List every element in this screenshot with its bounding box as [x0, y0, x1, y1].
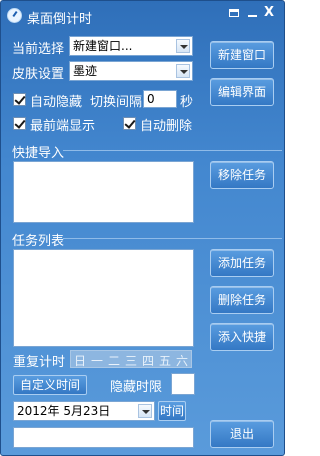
chevron-down-icon[interactable]: [162, 92, 174, 106]
switch-interval-value: 0: [147, 92, 155, 106]
skin-dropdown[interactable]: 墨迹: [69, 61, 193, 81]
hide-limit-label: 隐藏时限: [110, 380, 163, 395]
always-on-top-label: 最前端显示: [30, 119, 96, 134]
time-button[interactable]: 时间: [158, 401, 186, 421]
always-on-top-checkbox[interactable]: [13, 117, 26, 130]
date-value: 2012年 5月23日: [17, 404, 111, 418]
seconds-unit-label: 秒: [180, 95, 194, 110]
chevron-down-icon[interactable]: [138, 404, 152, 418]
app-window: 桌面倒计时 X 当前选择 新建窗口... 皮肤设置 墨迹 自动隐藏 切换间隔 0…: [0, 0, 285, 456]
skin-settings-label: 皮肤设置: [12, 67, 65, 82]
repeat-timer-label: 重复计时: [13, 355, 66, 370]
auto-hide-checkbox[interactable]: [13, 93, 26, 106]
chevron-down-icon[interactable]: [176, 39, 190, 53]
section-divider: [63, 150, 282, 151]
weekday-selector: 日 一 二 三 四 五 六: [70, 350, 192, 368]
weekday-mon[interactable]: 一: [90, 352, 104, 369]
weekday-sat[interactable]: 六: [175, 352, 189, 369]
exit-button[interactable]: 退出: [210, 420, 274, 448]
auto-delete-label: 自动删除: [140, 119, 193, 134]
task-list-heading: 任务列表: [12, 234, 65, 249]
bottom-text-input[interactable]: [13, 427, 194, 448]
weekday-wed[interactable]: 三: [124, 352, 138, 369]
chevron-down-icon[interactable]: [176, 64, 190, 78]
current-selection-value: 新建窗口...: [73, 39, 133, 53]
new-window-button[interactable]: 新建窗口: [210, 41, 274, 69]
custom-time-button[interactable]: 自定义时间: [13, 375, 87, 395]
weekday-sun[interactable]: 日: [73, 352, 87, 369]
clock-icon: [7, 8, 22, 23]
section-divider: [63, 238, 282, 239]
quick-import-list[interactable]: [13, 161, 194, 223]
add-shortcut-button[interactable]: 添入快捷: [210, 323, 274, 351]
edit-ui-button[interactable]: 编辑界面: [210, 78, 274, 106]
switch-interval-label: 切换间隔: [90, 95, 143, 110]
current-selection-label: 当前选择: [12, 42, 65, 57]
weekday-tue[interactable]: 二: [107, 352, 121, 369]
title-bar[interactable]: 桌面倒计时 X: [1, 1, 284, 31]
remove-task-button[interactable]: 移除任务: [210, 161, 274, 189]
current-selection-dropdown[interactable]: 新建窗口...: [69, 36, 193, 56]
menu-icon[interactable]: [224, 4, 244, 22]
delete-task-button[interactable]: 删除任务: [210, 286, 274, 314]
add-task-button[interactable]: 添加任务: [210, 249, 274, 277]
auto-hide-label: 自动隐藏: [30, 95, 83, 110]
close-icon[interactable]: X: [259, 4, 279, 22]
weekday-fri[interactable]: 五: [158, 352, 172, 369]
weekday-thu[interactable]: 四: [141, 352, 155, 369]
quick-import-heading: 快捷导入: [12, 146, 65, 161]
switch-interval-select[interactable]: 0: [143, 90, 177, 108]
skin-value: 墨迹: [73, 64, 98, 78]
hide-limit-input[interactable]: [171, 373, 195, 395]
task-list[interactable]: [13, 249, 194, 347]
window-title: 桌面倒计时: [27, 12, 93, 27]
auto-delete-checkbox[interactable]: [123, 117, 136, 130]
date-picker[interactable]: 2012年 5月23日: [13, 401, 155, 421]
